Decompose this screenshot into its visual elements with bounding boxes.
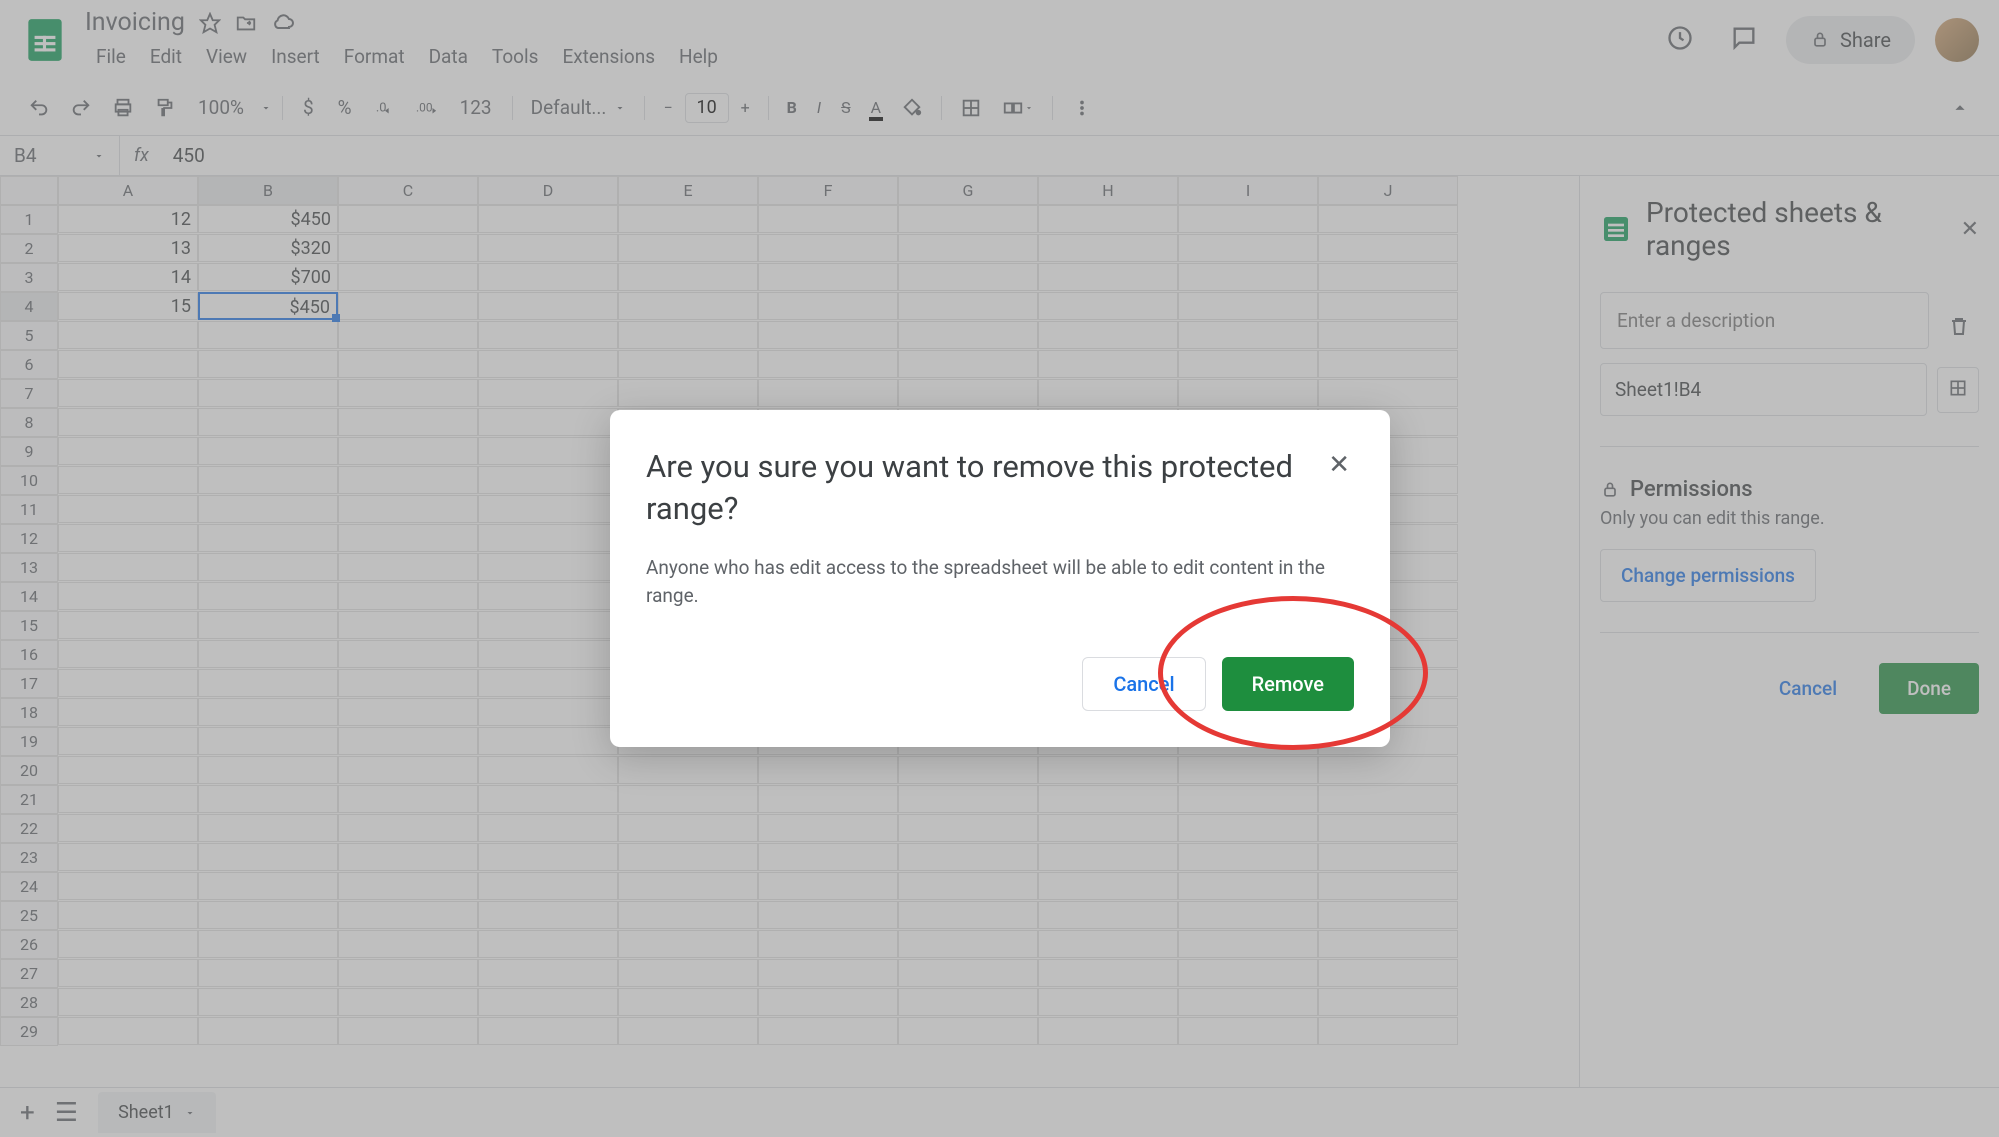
modal-cancel-button[interactable]: Cancel (1082, 657, 1205, 711)
modal-remove-button[interactable]: Remove (1222, 657, 1354, 711)
modal-title: Are you sure you want to remove this pro… (646, 446, 1304, 530)
remove-protected-range-modal: Are you sure you want to remove this pro… (610, 410, 1390, 747)
close-icon[interactable]: ✕ (1324, 446, 1354, 484)
modal-body: Anyone who has edit access to the spread… (646, 554, 1354, 611)
